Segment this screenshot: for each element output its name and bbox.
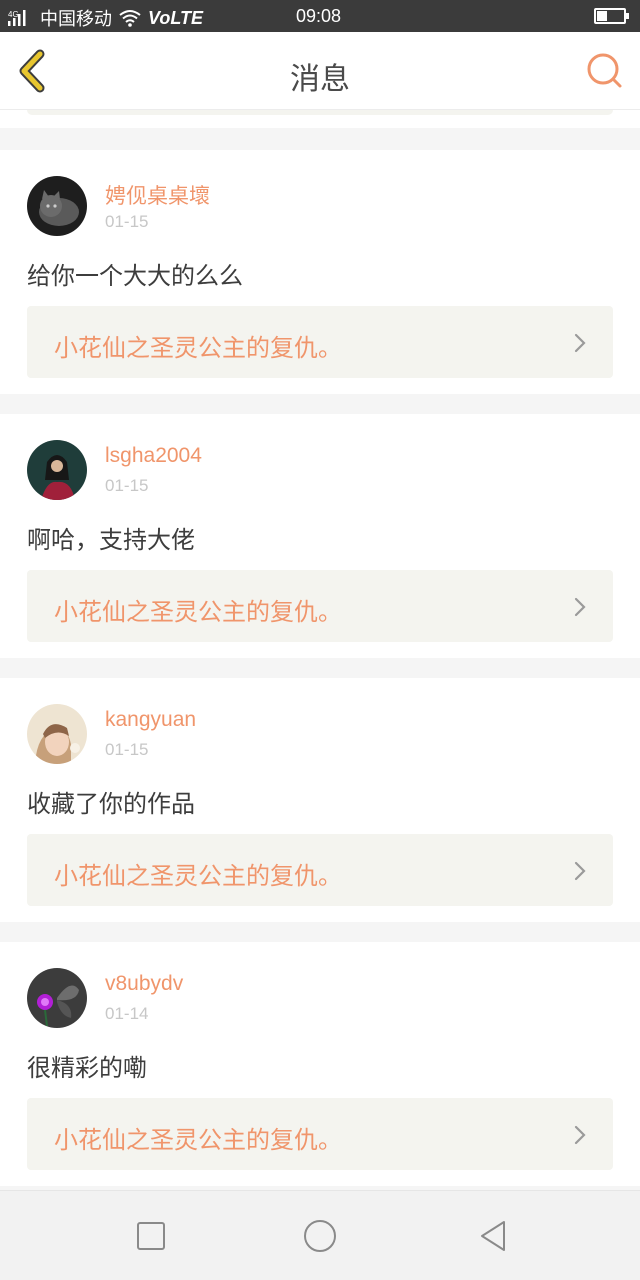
svg-text:4G: 4G [8, 10, 19, 19]
carrier-label: 中国移动 [40, 9, 112, 29]
avatar[interactable] [27, 704, 87, 764]
previous-item-stub [0, 110, 640, 128]
butterfly-avatar-icon [27, 968, 87, 1028]
username[interactable]: v8ubydv [105, 972, 183, 996]
work-title: 小花仙之圣灵公主的复仇。 [54, 1126, 342, 1154]
wifi-icon [119, 10, 141, 27]
message-text: 给你一个大大的么么 [27, 262, 243, 290]
chevron-right-icon [574, 333, 586, 353]
circle-icon[interactable] [303, 1219, 337, 1253]
message-date: 01-15 [105, 212, 149, 231]
chevron-right-icon [574, 1125, 586, 1145]
work-title: 小花仙之圣灵公主的复仇。 [54, 598, 342, 626]
message-date: 01-15 [105, 740, 149, 759]
work-title: 小花仙之圣灵公主的复仇。 [54, 862, 342, 890]
message-list: 娉伣桌桌壞 01-15 给你一个大大的么么 小花仙之圣灵公主的复仇。 lsgha… [0, 110, 640, 1186]
message-card: lsgha2004 01-15 啊哈，支持大佬 小花仙之圣灵公主的复仇。 [0, 414, 640, 658]
search-button[interactable] [586, 52, 624, 90]
status-left: 4G 中国移动 VoLTE [8, 5, 203, 31]
work-reference-link[interactable]: 小花仙之圣灵公主的复仇。 [27, 570, 613, 642]
username[interactable]: lsgha2004 [105, 444, 202, 468]
avatar[interactable] [27, 440, 87, 500]
volte-label: VoLTE [148, 7, 203, 28]
chevron-right-icon [574, 597, 586, 617]
work-reference-link[interactable]: 小花仙之圣灵公主的复仇。 [27, 1098, 613, 1170]
status-bar: 4G 中国移动 VoLTE 09:08 [0, 0, 640, 32]
message-date: 01-15 [105, 476, 149, 495]
cat-avatar-icon [27, 176, 87, 236]
system-nav-bar [0, 1190, 640, 1280]
square-icon[interactable] [134, 1219, 168, 1253]
work-reference-link[interactable]: 小花仙之圣灵公主的复仇。 [27, 306, 613, 378]
girl-avatar-icon [27, 440, 87, 500]
battery-icon [594, 8, 629, 24]
page-title: 消息 [290, 62, 350, 97]
message-card: kangyuan 01-15 收藏了你的作品 小花仙之圣灵公主的复仇。 [0, 678, 640, 922]
work-reference-link[interactable]: 小花仙之圣灵公主的复仇。 [27, 834, 613, 906]
header-bar: 消息 [0, 32, 640, 110]
message-text: 收藏了你的作品 [27, 790, 195, 818]
chevron-right-icon [574, 861, 586, 881]
message-date: 01-14 [105, 1004, 149, 1023]
status-time: 09:08 [296, 6, 342, 26]
message-card: 娉伣桌桌壞 01-15 给你一个大大的么么 小花仙之圣灵公主的复仇。 [0, 150, 640, 394]
avatar[interactable] [27, 968, 87, 1028]
work-title: 小花仙之圣灵公主的复仇。 [54, 334, 342, 362]
avatar[interactable] [27, 176, 87, 236]
message-text: 啊哈，支持大佬 [27, 526, 195, 554]
triangle-back-icon[interactable] [476, 1219, 510, 1253]
username[interactable]: kangyuan [105, 708, 196, 732]
child-avatar-icon [27, 704, 87, 764]
username[interactable]: 娉伣桌桌壞 [105, 180, 210, 210]
signal-icon: 4G [8, 10, 26, 26]
search-icon [587, 53, 622, 88]
message-card: v8ubydv 01-14 很精彩的嘞 小花仙之圣灵公主的复仇。 [0, 942, 640, 1186]
message-text: 很精彩的嘞 [27, 1054, 147, 1082]
